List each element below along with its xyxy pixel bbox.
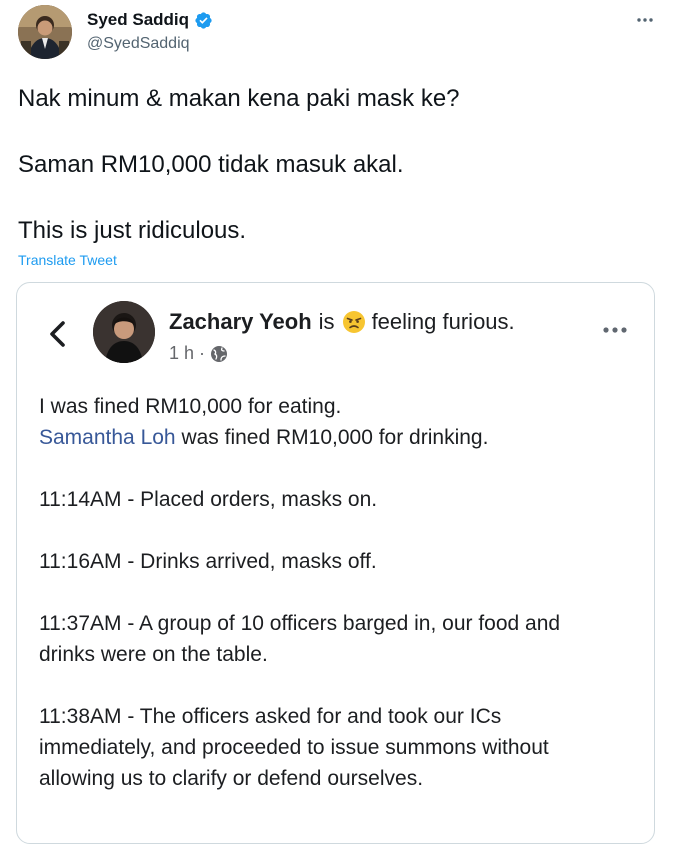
author-avatar[interactable] bbox=[18, 5, 72, 59]
post-body: I was fined RM10,000 for eating. Samanth… bbox=[39, 391, 639, 794]
post-meta: 1 h · bbox=[169, 343, 228, 364]
post-author-avatar bbox=[93, 301, 155, 363]
post-is-text: is bbox=[318, 309, 335, 334]
tweet: Syed Saddiq @SyedSaddiq Nak minum & maka… bbox=[0, 0, 681, 844]
more-horizontal-icon bbox=[603, 327, 627, 333]
post-body-text: was fined RM10,000 for drinking. bbox=[175, 426, 489, 449]
author-name-row[interactable]: Syed Saddiq bbox=[87, 10, 213, 30]
post-author-name: Zachary Yeoh bbox=[169, 309, 312, 334]
translate-tweet-link[interactable]: Translate Tweet bbox=[18, 252, 117, 268]
chevron-left-icon bbox=[50, 321, 65, 347]
verified-badge-icon bbox=[195, 11, 212, 29]
facebook-post-screenshot: Zachary Yeoh is feeling furious. 1 h · I… bbox=[17, 283, 654, 843]
tweet-text: Nak minum & makan kena paki mask ke? Sam… bbox=[18, 82, 658, 247]
author-handle[interactable]: @SyedSaddiq bbox=[87, 35, 190, 53]
post-time: 1 h bbox=[169, 343, 195, 363]
furious-face-emoji-icon bbox=[342, 311, 365, 333]
post-body-line: immediately, and proceeded to issue summ… bbox=[39, 736, 549, 759]
post-feeling-text: feeling furious. bbox=[371, 309, 515, 334]
tagged-user-link: Samantha Loh bbox=[39, 426, 176, 449]
post-body-line: drinks were on the table. bbox=[39, 643, 268, 666]
post-body-line: Samantha Loh was fined RM10,000 for drin… bbox=[39, 422, 639, 453]
post-body-line: 11:16AM - Drinks arrived, masks off. bbox=[39, 550, 377, 573]
more-horizontal-icon[interactable] bbox=[635, 10, 655, 30]
attached-image[interactable]: Zachary Yeoh is feeling furious. 1 h · I… bbox=[16, 282, 655, 844]
globe-icon bbox=[211, 345, 228, 362]
tweet-text-line: Saman RM10,000 tidak masuk akal. bbox=[18, 151, 404, 178]
profile-photo bbox=[18, 5, 72, 59]
post-header: Zachary Yeoh is feeling furious. bbox=[169, 309, 515, 335]
tweet-text-line: Nak minum & makan kena paki mask ke? bbox=[18, 85, 460, 112]
post-body-line: allowing us to clarify or defend ourselv… bbox=[39, 767, 424, 790]
author-display-name[interactable]: Syed Saddiq bbox=[87, 10, 189, 30]
post-body-line: 11:37AM - A group of 10 officers barged … bbox=[39, 612, 561, 635]
post-time-separator: · bbox=[199, 343, 206, 363]
tweet-text-line: This is just ridiculous. bbox=[18, 217, 247, 244]
post-body-line: 11:38AM - The officers asked for and too… bbox=[39, 705, 502, 728]
profile-photo bbox=[93, 301, 155, 363]
post-body-line: 11:14AM - Placed orders, masks on. bbox=[39, 488, 378, 511]
post-body-line: I was fined RM10,000 for eating. bbox=[39, 395, 342, 418]
